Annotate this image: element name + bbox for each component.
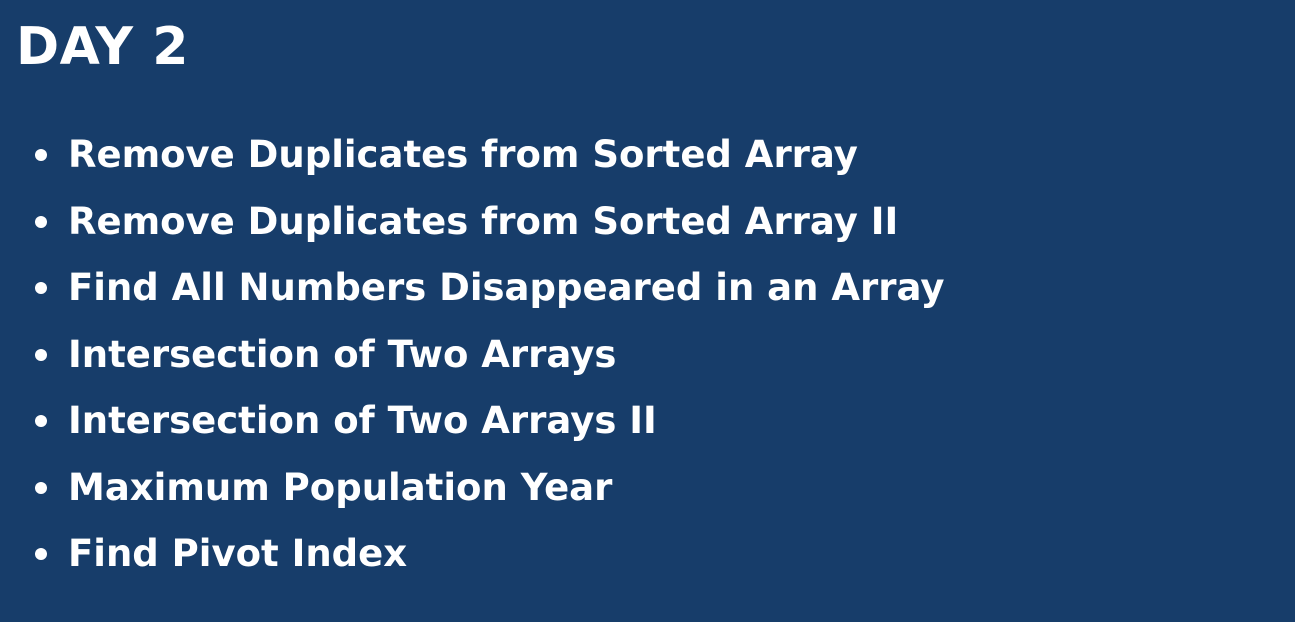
list-item-label: Intersection of Two Arrays II <box>68 399 657 442</box>
list-item: Intersection of Two Arrays II <box>0 388 944 455</box>
list-item-label: Remove Duplicates from Sorted Array II <box>68 199 899 243</box>
bullet-icon <box>35 282 47 294</box>
bullet-icon <box>35 348 47 361</box>
list-item-label: Remove Duplicates from Sorted Array <box>68 133 858 176</box>
list-item: Find Pivot Index <box>0 521 944 588</box>
list-item: Remove Duplicates from Sorted Array <box>0 122 944 189</box>
list-item-label: Find All Numbers Disappeared in an Array <box>68 266 945 309</box>
bullet-icon <box>35 548 47 560</box>
slide-title: DAY 2 <box>16 17 189 77</box>
list-item: Find All Numbers Disappeared in an Array <box>0 255 944 322</box>
list-item: Maximum Population Year <box>0 455 944 522</box>
bullet-icon <box>35 415 47 427</box>
list-item-label: Maximum Population Year <box>68 465 613 509</box>
list-item-label: Intersection of Two Arrays <box>68 332 617 376</box>
slide: DAY 2 Remove Duplicates from Sorted Arra… <box>0 0 1295 622</box>
list-item: Intersection of Two Arrays <box>0 322 944 389</box>
bullet-icon <box>35 481 47 494</box>
topic-list: Remove Duplicates from Sorted Array Remo… <box>0 122 944 588</box>
bullet-icon <box>35 149 47 161</box>
bullet-icon <box>35 215 47 228</box>
list-item: Remove Duplicates from Sorted Array II <box>0 189 944 256</box>
list-item-label: Find Pivot Index <box>68 532 408 575</box>
